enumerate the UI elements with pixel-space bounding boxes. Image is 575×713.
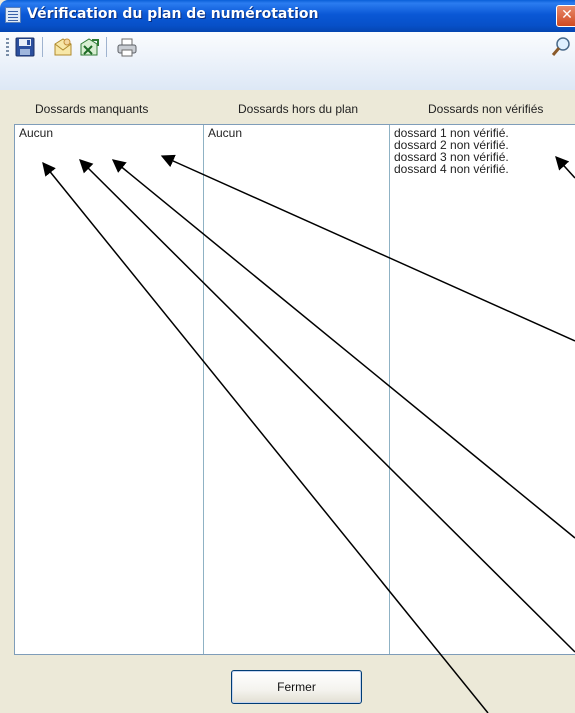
header-dossards-non-verifies: Dossards non vérifiés [428, 102, 544, 116]
header-dossards-hors-du-plan: Dossards hors du plan [238, 102, 359, 116]
list-item: Aucun [208, 126, 243, 140]
window-title: Vérification du plan de numérotation [27, 6, 319, 22]
search-button[interactable] [550, 36, 572, 58]
save-button[interactable] [14, 36, 36, 58]
list-dossards-non-verifies[interactable]: dossard 1 non vérifié. dossard 2 non vér… [390, 125, 575, 654]
toolbar-grip[interactable] [6, 38, 9, 56]
magnifier-icon [551, 37, 570, 56]
email-button[interactable] [52, 36, 74, 58]
save-icon [15, 37, 35, 57]
fermer-button[interactable]: Fermer [231, 670, 362, 704]
grid-window-icon [5, 7, 21, 23]
column-headers: Dossards manquants Dossards hors du plan… [0, 90, 575, 124]
print-button[interactable] [116, 36, 138, 58]
excel-export-icon [80, 38, 99, 56]
title-bar[interactable]: Vérification du plan de numérotation ✕ [0, 0, 575, 32]
print-icon [117, 38, 137, 57]
dialog-footer: Fermer [0, 655, 575, 713]
header-dossards-manquants: Dossards manquants [35, 102, 149, 116]
list-dossards-manquants[interactable]: Aucun [15, 125, 203, 654]
email-icon [54, 38, 72, 56]
excel-export-button[interactable] [78, 36, 100, 58]
toolbar [0, 32, 575, 90]
dialog-window: Vérification du plan de numérotation ✕ D… [0, 0, 575, 713]
toolbar-separator [42, 37, 43, 57]
close-window-button[interactable]: ✕ [556, 5, 575, 27]
toolbar-separator [106, 37, 107, 57]
toolbar-strip [0, 32, 575, 62]
results-panel: Aucun Aucun dossard 1 non vérifié. dossa… [14, 124, 575, 655]
list-item: dossard 4 non vérifié. [394, 162, 509, 176]
list-item: Aucun [19, 126, 54, 140]
list-dossards-hors-du-plan[interactable]: Aucun [204, 125, 389, 654]
